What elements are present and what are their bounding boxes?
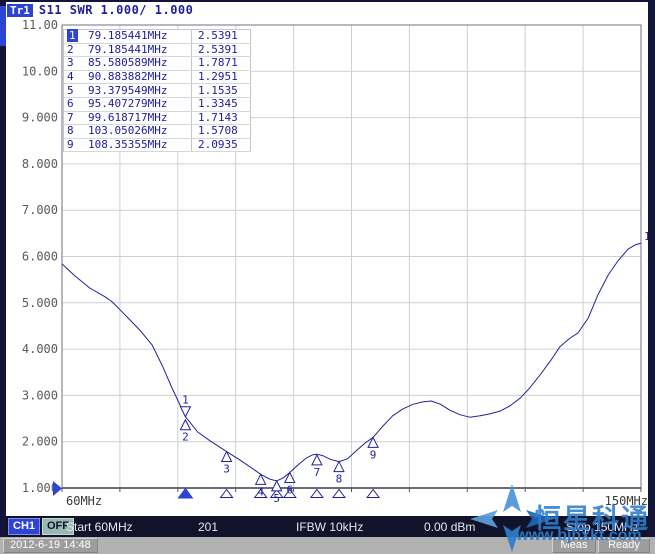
marker-number: 6	[286, 484, 293, 497]
marker-table-row: 695.407279MHz1.3345	[64, 97, 251, 111]
marker-table-row: 385.580589MHz1.7871	[64, 57, 251, 71]
marker-frequency-cell: 93.379549MHz	[82, 84, 192, 98]
marker-value-cell: 2.0935	[192, 138, 251, 152]
screen-border-top	[0, 0, 655, 2]
marker-value-cell: 1.7143	[192, 111, 251, 125]
marker-number: 7	[314, 466, 321, 479]
meas-status-button[interactable]: Meas	[552, 538, 596, 553]
marker-number: 9	[370, 448, 377, 461]
x-start-label: 60MHz	[66, 494, 102, 508]
marker-number: 2	[182, 431, 189, 444]
marker-number-cell: 6	[64, 97, 83, 111]
marker-number-cell: 8	[64, 125, 83, 139]
active-marker-stimulus-triangle[interactable]	[178, 489, 192, 499]
marker-number-cell: 4	[64, 70, 83, 84]
y-tick-label: 2.000	[22, 435, 58, 449]
y-tick-label: 5.000	[22, 296, 58, 310]
sweep-points-label: 201	[198, 520, 218, 534]
channel-badge[interactable]: CH1	[8, 518, 40, 535]
marker-number-cell: 7	[64, 111, 83, 125]
marker-frequency-cell: 103.05026MHz	[82, 125, 192, 139]
marker-table-row: 593.379549MHz1.1535	[64, 84, 251, 98]
marker-number-cell: 3	[64, 57, 83, 71]
marker-value-cell: 2.5391	[192, 30, 251, 44]
marker-table-row: 9108.35355MHz2.0935	[64, 138, 251, 152]
screen-border-right	[648, 0, 655, 537]
marker-value-cell: 1.2951	[192, 70, 251, 84]
marker-table-row: 1 79.185441MHz2.5391	[64, 30, 251, 44]
marker-number: 3	[223, 463, 230, 476]
marker-glyph[interactable]	[312, 455, 322, 465]
marker-number-cell: 2	[64, 43, 83, 57]
y-tick-label: 3.000	[22, 388, 58, 402]
marker-number: 8	[336, 473, 343, 486]
marker-number-cell: 9	[64, 138, 83, 152]
marker-glyph[interactable]	[368, 437, 378, 447]
datetime-display: 2012-6-19 14:48	[3, 538, 98, 553]
marker-glyph[interactable]	[180, 407, 190, 417]
marker-number: 5	[273, 492, 280, 505]
marker-stimulus-triangle[interactable]	[367, 490, 379, 498]
marker-stimulus-triangle[interactable]	[221, 490, 233, 498]
marker-glyph[interactable]	[334, 462, 344, 472]
marker-number: 1	[182, 394, 189, 407]
y-tick-label: 7.000	[22, 203, 58, 217]
y-tick-label: 10.00	[22, 64, 58, 78]
y-tick-label: 1.000	[22, 481, 58, 495]
analyzer-screen: Tr1 S11 SWR 1.000/ 1.000 11.00 10.00 9.000…	[0, 0, 655, 554]
screen-border-accent	[0, 6, 6, 46]
marker-stimulus-triangle[interactable]	[333, 490, 345, 498]
stop-frequency-label: Stop 150MHz	[566, 520, 639, 534]
screen-border-left	[0, 0, 6, 537]
active-marker-badge: 1	[67, 29, 78, 42]
marker-frequency-cell: 85.580589MHz	[82, 57, 192, 71]
marker-table-row: 279.185441MHz2.5391	[64, 43, 251, 57]
marker-table: 179.185441MHz2.5391279.185441MHz2.539138…	[63, 29, 251, 152]
marker-number: 4	[257, 485, 264, 498]
y-tick-label: 4.000	[22, 342, 58, 356]
marker-glyph[interactable]	[272, 481, 282, 491]
x-stop-label: 150MHz	[605, 494, 648, 508]
marker-value-cell: 1.5708	[192, 125, 251, 139]
y-tick-label: 9.000	[22, 111, 58, 125]
marker-table-row: 8103.05026MHz1.5708	[64, 125, 251, 139]
status-bar: CH1 OFF Start 60MHz 201 IFBW 10kHz 0.00 …	[0, 516, 655, 537]
marker-frequency-cell: 90.883882MHz	[82, 70, 192, 84]
trace-format-label: S11 SWR 1.000/ 1.000	[39, 3, 194, 17]
marker-frequency-cell: 79.185441MHz	[82, 30, 192, 44]
marker-glyph[interactable]	[222, 452, 232, 462]
task-bar: 2012-6-19 14:48 Meas Ready	[0, 537, 655, 554]
ifbw-label: IFBW 10kHz	[296, 520, 363, 534]
output-power-label: 0.00 dBm	[424, 520, 475, 534]
marker-frequency-cell: 99.618717MHz	[82, 111, 192, 125]
marker-table-row: 799.618717MHz1.7143	[64, 111, 251, 125]
marker-table-row: 490.883882MHz1.2951	[64, 70, 251, 84]
marker-value-cell: 1.3345	[192, 97, 251, 111]
marker-number-cell: 5	[64, 84, 83, 98]
marker-number-cell: 1	[64, 30, 83, 44]
marker-frequency-cell: 108.35355MHz	[82, 138, 192, 152]
start-frequency-label: Start 60MHz	[66, 520, 133, 534]
y-tick-label: 6.000	[22, 250, 58, 264]
trace1-badge[interactable]: Tr1	[7, 4, 33, 17]
marker-stimulus-triangle[interactable]	[311, 490, 323, 498]
marker-value-cell: 1.7871	[192, 57, 251, 71]
y-tick-label: 11.00	[22, 18, 58, 32]
y-tick-label: 8.000	[22, 157, 58, 171]
trace-annotation-bar: Tr1 S11 SWR 1.000/ 1.000	[7, 3, 193, 17]
marker-value-cell: 2.5391	[192, 43, 251, 57]
marker-frequency-cell: 79.185441MHz	[82, 43, 192, 57]
marker-frequency-cell: 95.407279MHz	[82, 97, 192, 111]
ready-status-button[interactable]: Ready	[598, 538, 650, 553]
marker-value-cell: 1.1535	[192, 84, 251, 98]
